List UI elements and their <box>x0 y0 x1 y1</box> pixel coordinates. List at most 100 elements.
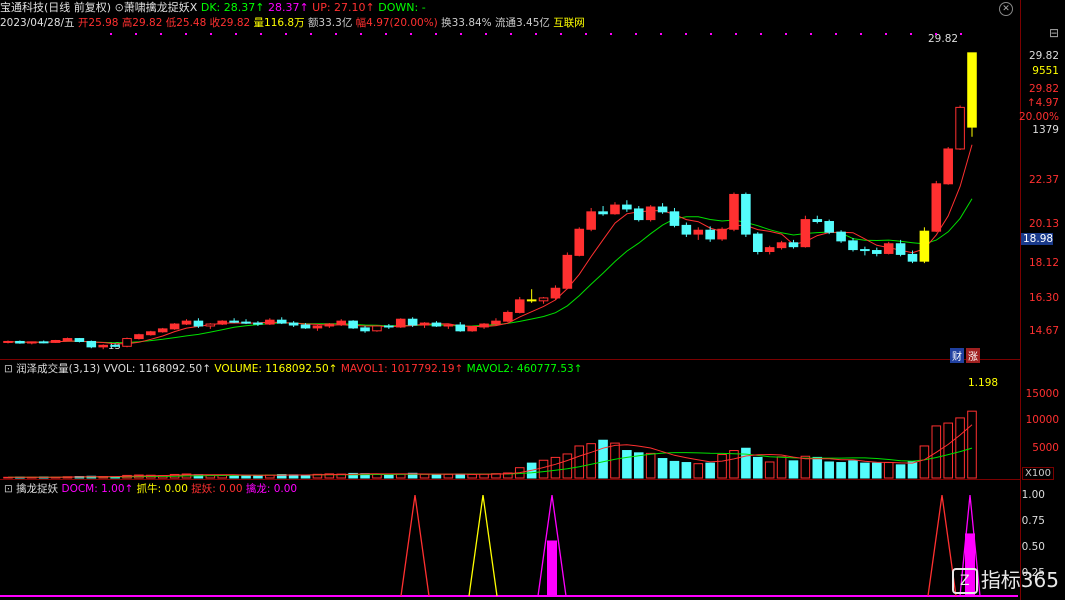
volume-bar <box>752 456 763 479</box>
candle-body <box>943 148 953 185</box>
candle-body <box>205 323 216 327</box>
stock-chart[interactable] <box>0 0 1020 600</box>
candle-body <box>467 326 477 332</box>
candle-body <box>169 323 180 330</box>
candle-body <box>229 320 239 323</box>
candle-body <box>633 208 644 221</box>
volume-bar <box>538 459 549 479</box>
candle-body <box>15 340 25 344</box>
volume-bar <box>895 464 906 479</box>
candle-body <box>98 344 108 348</box>
volume-bar <box>586 443 596 479</box>
candle-body <box>336 320 347 325</box>
candle-body <box>562 254 573 289</box>
watermark-text: 指标365 <box>980 567 1059 592</box>
top-marker-dot <box>310 33 312 35</box>
candle-body <box>883 243 894 254</box>
qinlong-value: 擒龙: 0.00 <box>245 483 298 495</box>
candle-body <box>764 247 775 253</box>
candle-body <box>824 221 834 233</box>
candle-body <box>360 327 370 332</box>
price-tick: 20.13 <box>1028 218 1059 230</box>
candle-body <box>372 325 382 332</box>
candle-body <box>705 229 715 240</box>
indicator-panel-title[interactable]: 擒龙捉妖 <box>16 483 58 495</box>
candle-body <box>752 233 763 253</box>
volume-bar <box>943 422 953 479</box>
volume-bar <box>598 439 608 479</box>
volume-bar <box>705 462 715 479</box>
watermark-logo-icon: Z <box>951 568 978 594</box>
top-marker-dot <box>660 33 662 35</box>
price-tick: 9551 <box>1032 65 1059 77</box>
volume-panel-icon[interactable]: ⊡ <box>4 363 13 375</box>
candle-body <box>895 243 906 255</box>
top-marker-dot <box>860 33 862 35</box>
candle-body <box>122 338 132 347</box>
candle-body <box>443 324 454 327</box>
volume-unit-label: X100 <box>1022 467 1054 480</box>
candle-body <box>800 219 811 248</box>
candle-body <box>384 325 394 328</box>
volume-bar <box>883 462 894 479</box>
candle-body <box>181 320 192 325</box>
volume-bar <box>467 473 477 479</box>
candle-body <box>276 319 287 324</box>
top-marker-dot <box>460 33 462 35</box>
volume-line-value: VOLUME: 1168092.50↑ <box>214 363 338 375</box>
indicator-panel-icon[interactable]: ⊡ <box>4 483 13 495</box>
volume-panel-title[interactable]: 润泽成交量(3,13) <box>16 363 100 375</box>
volume-bar <box>657 458 668 479</box>
candle-body <box>729 193 739 230</box>
zhuoyao-value: 捉妖: 0.00 <box>191 483 243 495</box>
candle-body <box>574 228 585 256</box>
top-marker-dot <box>135 33 137 35</box>
candle-body <box>550 287 561 299</box>
price-panel <box>3 33 977 350</box>
candle-body <box>681 224 692 235</box>
candle-body <box>324 323 335 327</box>
candle-body <box>86 340 97 348</box>
volume-bar <box>729 450 739 479</box>
price-tick: ↑4.97 <box>1026 97 1059 109</box>
volume-bar <box>622 450 632 479</box>
candle-body <box>74 338 85 342</box>
volume-bar <box>800 455 811 479</box>
top-marker-dot <box>510 33 512 35</box>
settings-icon[interactable]: ⊟ <box>1049 26 1059 40</box>
mavol1-value: MAVOL1: 1017792.19↑ <box>340 363 464 375</box>
price-tick: 20.00% <box>1018 111 1059 123</box>
top-marker-dot <box>485 33 487 35</box>
candle-body <box>610 204 620 215</box>
volume-bar <box>907 461 918 479</box>
candle-body <box>110 344 120 347</box>
candle-body <box>931 183 942 232</box>
ma-short-line <box>7 144 973 345</box>
top-marker-dot <box>360 33 362 35</box>
candle-body <box>479 323 489 328</box>
candle-body <box>3 340 13 343</box>
volume-bar <box>253 474 263 479</box>
candle-body <box>955 106 965 150</box>
top-marker-dot <box>685 33 687 35</box>
volume-bar <box>610 442 620 479</box>
volume-bar <box>681 462 692 479</box>
volume-bar <box>848 460 858 479</box>
signal-bar <box>547 540 557 596</box>
volume-bar <box>562 453 573 479</box>
candle-body <box>812 219 823 223</box>
candle-body <box>265 319 275 325</box>
mavol2-value: MAVOL2: 460777.53↑ <box>466 363 583 375</box>
candle-body <box>241 321 251 324</box>
candle-body <box>526 299 537 302</box>
price-tick: 29.82 <box>1028 83 1059 95</box>
top-marker-dot <box>385 33 387 35</box>
signal-spike <box>400 495 430 597</box>
top-marker-dot <box>560 33 562 35</box>
candle-body <box>836 231 846 242</box>
candle-body <box>776 242 787 249</box>
top-marker-dot <box>110 33 112 35</box>
volume-tick: 10000 <box>1025 414 1059 426</box>
volume-bar <box>693 463 704 479</box>
candle-body <box>669 211 680 226</box>
